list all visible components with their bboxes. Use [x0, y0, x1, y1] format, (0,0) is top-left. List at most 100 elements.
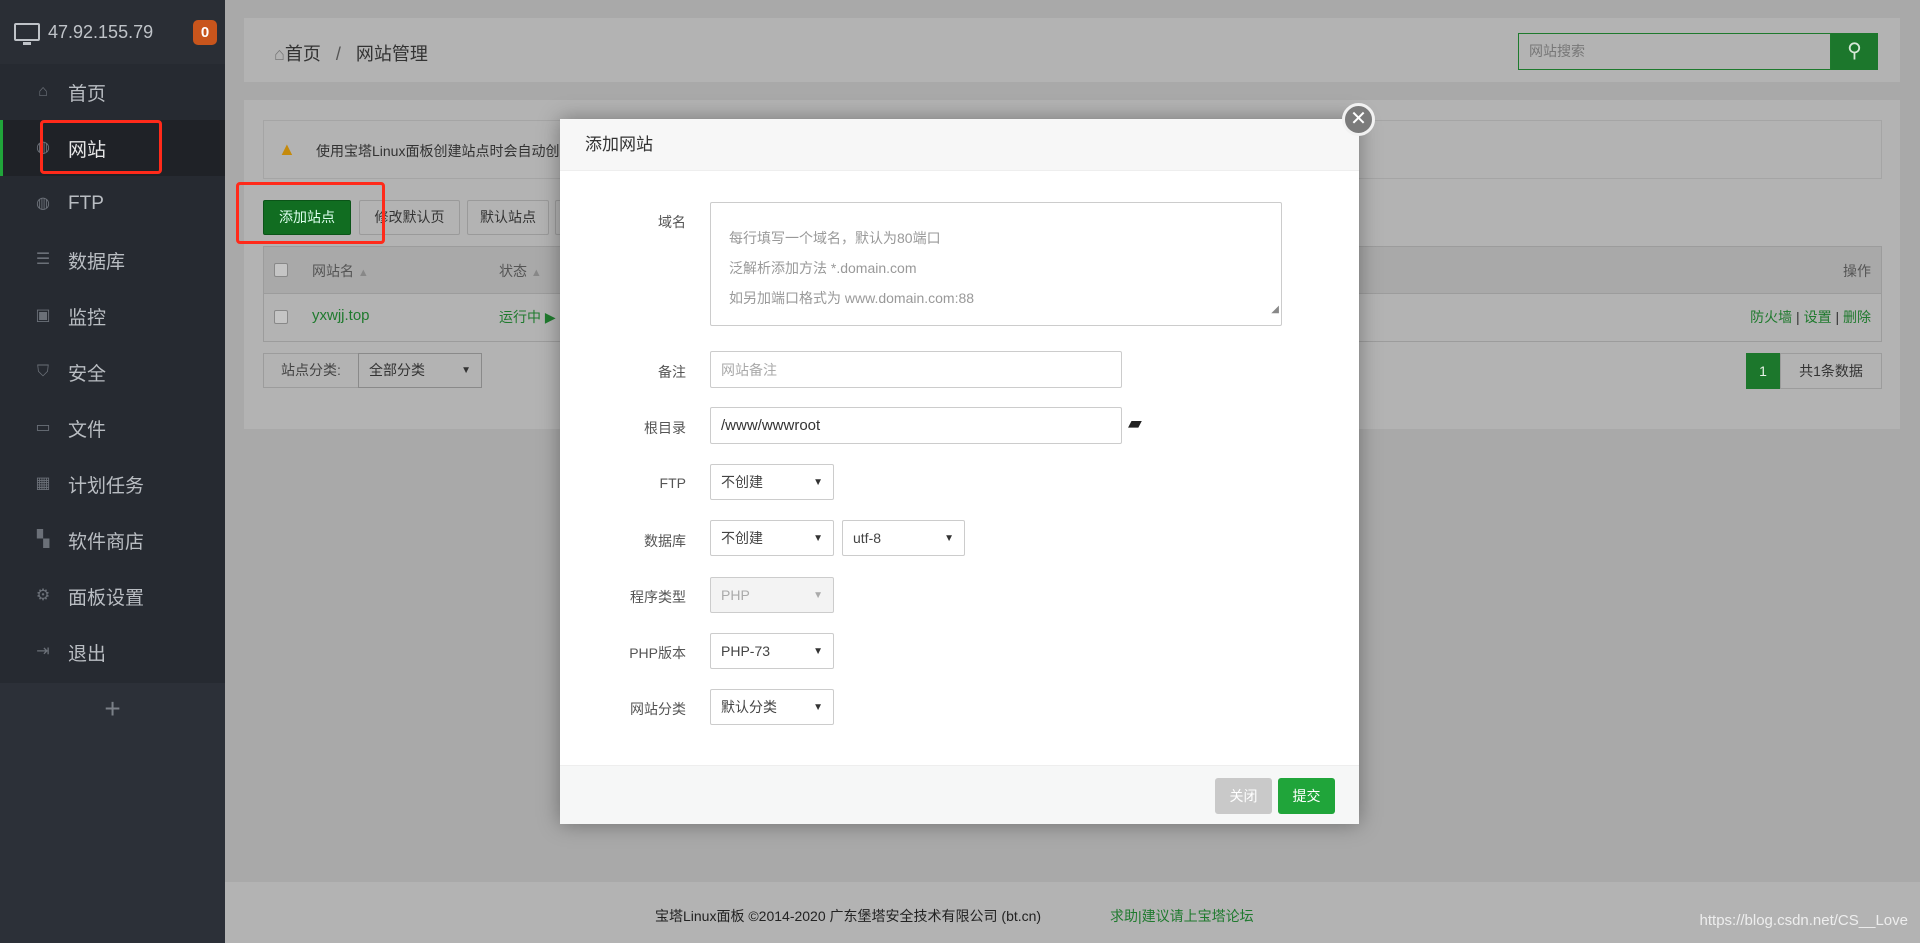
- sidebar-item-store[interactable]: ▚ 软件商店: [0, 512, 225, 568]
- watermark: https://blog.csdn.net/CS__Love: [1699, 912, 1908, 929]
- column-label: 网站名: [312, 263, 354, 279]
- database-value: 不创建: [721, 530, 763, 546]
- placeholder-line: 泛解析添加方法 *.domain.com: [729, 260, 917, 276]
- sidebar-item-label: 数据库: [68, 251, 126, 273]
- help-link[interactable]: 求助|建议请上宝塔论坛: [1110, 906, 1254, 926]
- column-actions: 操作: [1843, 263, 1871, 279]
- sort-up-icon: ▲: [357, 267, 369, 279]
- close-icon: ✕: [1350, 108, 1367, 130]
- sidebar-item-database[interactable]: ☰ 数据库: [0, 232, 225, 288]
- logout-icon: ⇥: [36, 643, 50, 660]
- highlight-box: [40, 120, 162, 174]
- chevron-down-icon: ▼: [813, 589, 823, 601]
- placeholder-line: 如另加端口格式为 www.domain.com:88: [729, 290, 975, 306]
- charset-value: utf-8: [853, 530, 882, 546]
- chevron-down-icon: ▼: [813, 532, 823, 544]
- default-site-button[interactable]: 默认站点: [467, 200, 549, 235]
- sidebar-item-label: 退出: [68, 643, 107, 665]
- monitor-icon: ▣: [35, 307, 51, 324]
- home-icon: ⌂: [38, 83, 48, 100]
- root-dir-input[interactable]: /www/wwwroot: [710, 407, 1122, 444]
- category-select[interactable]: 全部分类 ▼: [358, 353, 482, 388]
- sidebar-item-files[interactable]: ▭ 文件: [0, 400, 225, 456]
- sidebar-item-label: 面板设置: [68, 587, 145, 609]
- shield-icon: ⛉: [36, 363, 49, 380]
- column-name[interactable]: 网站名 ▲: [312, 261, 369, 281]
- remark-input[interactable]: 网站备注: [710, 351, 1122, 388]
- modal-close-button[interactable]: ✕: [1342, 103, 1375, 136]
- sidebar-item-home[interactable]: ⌂ 首页: [0, 64, 225, 120]
- sidebar-item-security[interactable]: ⛉ 安全: [0, 344, 225, 400]
- site-name-link[interactable]: yxwjj.top: [312, 307, 370, 324]
- sidebar-item-logout[interactable]: ⇥ 退出: [0, 624, 225, 680]
- select-all-checkbox[interactable]: [274, 263, 288, 277]
- database-label: 数据库: [644, 533, 686, 549]
- chevron-down-icon: ▼: [813, 701, 823, 713]
- chevron-down-icon: ▼: [813, 476, 823, 488]
- copyright: 宝塔Linux面板 ©2014-2020 广东堡塔安全技术有限公司 (bt.cn…: [655, 908, 1042, 924]
- php-version-value: PHP-73: [721, 643, 771, 659]
- gear-icon: ⚙: [35, 587, 51, 604]
- delete-link[interactable]: 删除: [1843, 309, 1871, 325]
- add-site-modal: 添加网站 域名 每行填写一个域名，默认为80端口 泛解析添加方法 *.domai…: [560, 119, 1359, 824]
- sidebar-item-label: 首页: [68, 83, 107, 105]
- footer: 宝塔Linux面板 ©2014-2020 广东堡塔安全技术有限公司 (bt.cn…: [225, 882, 1920, 943]
- sidebar-item-ftp[interactable]: ◍ FTP: [0, 176, 225, 232]
- domain-label: 域名: [658, 214, 686, 230]
- chevron-down-icon: ▼: [944, 532, 954, 544]
- program-type-select: PHP ▼: [710, 577, 834, 613]
- search-input[interactable]: 网站搜索: [1518, 33, 1831, 70]
- settings-link[interactable]: 设置: [1804, 309, 1832, 325]
- breadcrumb: ⌂首页 / 网站管理: [274, 40, 428, 66]
- firewall-link[interactable]: 防火墙: [1750, 309, 1792, 325]
- database-icon: ☰: [35, 251, 51, 268]
- breadcrumb-home[interactable]: 首页: [285, 44, 321, 64]
- sidebar-item-label: 文件: [68, 419, 107, 441]
- category-value: 全部分类: [369, 362, 425, 378]
- modal-footer: 关闭 提交: [560, 765, 1359, 824]
- sidebar-item-monitor[interactable]: ▣ 监控: [0, 288, 225, 344]
- ftp-label: FTP: [659, 475, 686, 491]
- charset-select[interactable]: utf-8 ▼: [842, 520, 965, 556]
- ftp-value: 不创建: [721, 474, 763, 490]
- sidebar-item-label: FTP: [68, 193, 104, 214]
- sidebar-item-cron[interactable]: ▦ 计划任务: [0, 456, 225, 512]
- category-label: 站点分类:: [263, 353, 359, 388]
- row-checkbox[interactable]: [274, 310, 288, 324]
- php-version-label: PHP版本: [629, 645, 686, 661]
- status-running[interactable]: 运行中 ▶: [499, 307, 556, 327]
- ftp-icon: ◍: [36, 195, 50, 212]
- domain-textarea[interactable]: 每行填写一个域名，默认为80端口 泛解析添加方法 *.domain.com 如另…: [710, 202, 1282, 326]
- database-select[interactable]: 不创建 ▼: [710, 520, 834, 556]
- alert-text: 使用宝塔Linux面板创建站点时会自动创: [316, 143, 560, 159]
- folder-open-icon[interactable]: ▰: [1128, 413, 1142, 434]
- header-bar: ⌂首页 / 网站管理 网站搜索 ⚲: [244, 18, 1900, 82]
- home-icon: ⌂: [274, 44, 285, 64]
- page-1-button[interactable]: 1: [1746, 353, 1780, 389]
- close-button[interactable]: 关闭: [1215, 778, 1272, 814]
- submit-button[interactable]: 提交: [1278, 778, 1335, 814]
- site-category-label: 网站分类: [630, 701, 686, 717]
- php-version-select[interactable]: PHP-73 ▼: [710, 633, 834, 669]
- resize-handle-icon[interactable]: ◢: [1271, 295, 1279, 325]
- sort-up-icon: ▲: [530, 267, 542, 279]
- monitor-icon: [14, 23, 40, 45]
- column-label: 状态: [499, 263, 527, 279]
- site-category-value: 默认分类: [721, 699, 777, 715]
- status-text: 运行中: [499, 309, 541, 325]
- sidebar-item-label: 计划任务: [68, 475, 145, 497]
- search-button[interactable]: ⚲: [1831, 33, 1878, 70]
- remark-label: 备注: [658, 364, 686, 380]
- notification-badge[interactable]: 0: [193, 20, 217, 45]
- play-icon: ▶: [544, 309, 556, 325]
- add-menu-button[interactable]: +: [0, 683, 225, 735]
- column-status[interactable]: 状态 ▲: [499, 261, 542, 281]
- site-category-select[interactable]: 默认分类 ▼: [710, 689, 834, 725]
- program-type-label: 程序类型: [630, 589, 686, 605]
- sidebar-item-label: 软件商店: [68, 531, 145, 553]
- ftp-select[interactable]: 不创建 ▼: [710, 464, 834, 500]
- calendar-icon: ▦: [35, 475, 51, 492]
- program-type-value: PHP: [721, 587, 750, 603]
- placeholder-line: 每行填写一个域名，默认为80端口: [729, 230, 941, 246]
- sidebar-item-settings[interactable]: ⚙ 面板设置: [0, 568, 225, 624]
